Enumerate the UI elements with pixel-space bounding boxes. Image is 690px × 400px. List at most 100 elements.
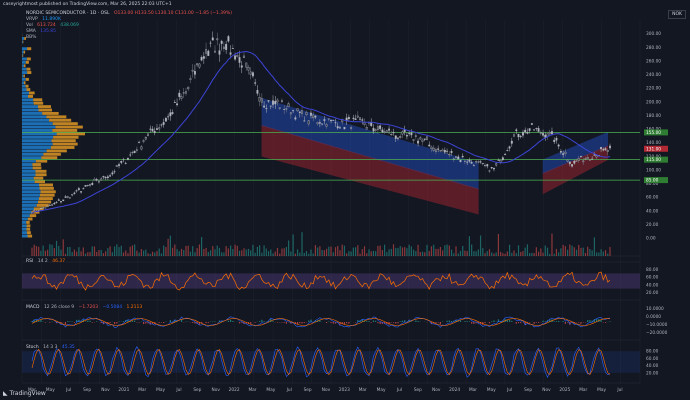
symbol-line[interactable]: NORDIC SEMICONDUCTOR · 1D · OSL O133.00 … xyxy=(26,11,233,17)
macd-axis-label: −20.0000 xyxy=(646,330,668,336)
volume-bar xyxy=(593,237,595,256)
volume-bar xyxy=(363,246,366,256)
candle-body xyxy=(260,98,263,103)
vrvp-bar-up xyxy=(22,115,47,119)
candle-body xyxy=(124,162,127,164)
candle-body xyxy=(39,208,42,209)
candle-body xyxy=(334,122,337,124)
volume-bar xyxy=(520,251,522,256)
volume-bar xyxy=(223,252,225,256)
rsi-panel xyxy=(22,271,640,291)
symbol-name[interactable]: NORDIC SEMICONDUCTOR · 1D · OSL xyxy=(26,11,110,16)
vrvp-bar-down xyxy=(26,88,31,92)
candle-body xyxy=(211,37,214,41)
macd-histogram-bar xyxy=(399,321,401,322)
macd-histogram-bar xyxy=(113,322,116,325)
volume-bar xyxy=(408,244,410,256)
vrvp-bar-down xyxy=(46,149,67,153)
vrvp-bar-down xyxy=(26,231,31,235)
volume-bar xyxy=(312,253,314,256)
price-axis-label: 60.00 xyxy=(646,195,659,201)
candle-body xyxy=(388,128,391,131)
volume-bar xyxy=(372,250,375,256)
macd-legend[interactable]: MACD 12 26 close 9 −1.7203 −0.5084 1.211… xyxy=(26,305,142,311)
volume-bar xyxy=(430,246,433,256)
volume-bar xyxy=(348,251,350,256)
candle-body xyxy=(156,128,158,130)
volume-bar xyxy=(352,247,354,256)
volume-bar xyxy=(134,244,136,256)
sma-value: 135.85 xyxy=(40,29,57,34)
candle-body xyxy=(122,159,125,161)
volume-bar xyxy=(42,245,44,256)
candle-body xyxy=(359,117,362,120)
vrvp-bar-down xyxy=(26,57,31,61)
price-tag-label: 115.00 xyxy=(646,157,661,163)
macd-axis-label: 10.0000 xyxy=(646,306,664,312)
candle-body xyxy=(294,117,297,120)
candle-body xyxy=(595,155,598,158)
vrvp-bar-up xyxy=(22,220,27,224)
time-axis[interactable]: Mar May Jul Sep Nov 2021 Mar May Jul Sep Nov 2022 Ma… xyxy=(28,387,623,393)
price-axis-label: 40.00 xyxy=(646,208,659,214)
candle-body xyxy=(301,110,303,114)
vrvp-bar-up xyxy=(22,129,53,132)
bb-label: BB% xyxy=(26,35,37,40)
candle-body xyxy=(506,150,509,151)
vrvp-bar-up xyxy=(22,135,54,139)
candle-body xyxy=(287,103,290,108)
volume-bar xyxy=(580,247,582,256)
volume-legend[interactable]: Vol 613.724 438.069 xyxy=(26,23,79,29)
vrvp-bar-up xyxy=(22,94,29,98)
vrvp-bar-down xyxy=(46,115,67,119)
volume-bar xyxy=(33,244,35,256)
candle-body xyxy=(131,152,134,154)
vrvp-bar-down xyxy=(22,40,24,44)
volume-bar xyxy=(359,253,361,256)
rsi-legend[interactable]: RSI 14 2 46.37 xyxy=(26,259,65,265)
candle-body xyxy=(325,124,328,127)
volume-bar xyxy=(444,245,446,256)
volume-bar xyxy=(38,246,40,256)
volume-bar xyxy=(221,252,223,256)
sma-legend[interactable]: SMA 135.85 xyxy=(26,29,57,35)
tradingview-logo[interactable]: ◣ TradingView xyxy=(3,391,46,397)
candle-body xyxy=(423,138,426,140)
volume-bar xyxy=(305,250,308,256)
macd-histogram-bar xyxy=(529,322,531,323)
ohlc-values: O133.00 H133.50 L130.10 C131.00 −1.85 (−… xyxy=(113,11,233,16)
candle-body xyxy=(504,154,507,155)
volume-bar xyxy=(569,244,571,256)
time-axis-label: May xyxy=(377,387,386,393)
currency-badge[interactable]: NOK xyxy=(668,10,686,19)
vrvp-legend[interactable]: VRVP 11.890K xyxy=(26,17,61,23)
time-axis-label: 2025 xyxy=(559,387,570,393)
vrvp-bar-up xyxy=(22,193,40,197)
volume-bar xyxy=(145,249,147,256)
candle-body xyxy=(189,78,192,80)
price-axis[interactable]: 300.00 280.00 260.00 240.00 220.00 200.00 180.… xyxy=(644,31,668,376)
vrvp-bar-up xyxy=(22,132,57,136)
stoch-legend[interactable]: Stoch 14 3 3 45.35 xyxy=(26,345,75,351)
volume-bar xyxy=(111,252,113,256)
candle-body xyxy=(111,172,114,175)
vrvp-bar-up xyxy=(22,98,34,102)
time-axis-label: Jul xyxy=(175,387,181,393)
time-axis-label: May xyxy=(46,387,55,393)
candle-body xyxy=(499,160,502,163)
volume-bar xyxy=(381,250,383,256)
volume-bar xyxy=(225,246,227,256)
vrvp-bar-up xyxy=(22,176,34,180)
vrvp-bar-down xyxy=(51,139,76,143)
volume-bar xyxy=(609,246,611,256)
vrvp-bar-up xyxy=(22,180,35,183)
volume-bar xyxy=(44,250,46,256)
volume-bar xyxy=(446,244,448,256)
volume-bar xyxy=(526,244,529,256)
bb-legend[interactable]: BB% xyxy=(26,35,37,41)
candle-body xyxy=(421,139,424,142)
volume-bar xyxy=(147,253,149,256)
chart-canvas[interactable]: 300.00 280.00 260.00 240.00 220.00 200.00 180.… xyxy=(0,0,690,400)
volume-bar xyxy=(138,252,140,256)
macd-histogram-bar xyxy=(100,322,102,324)
